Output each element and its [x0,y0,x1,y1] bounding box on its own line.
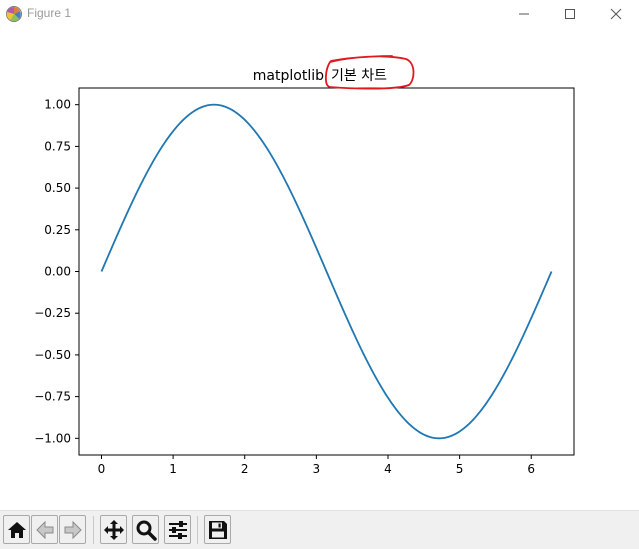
forward-button[interactable] [59,515,86,544]
window-titlebar: Figure 1 [0,0,639,28]
maximize-button[interactable] [547,0,593,28]
magnifier-icon [136,520,157,541]
toolbar-separator [93,516,94,544]
y-tick-label: −1.00 [34,431,71,445]
maximize-icon [565,9,575,19]
toolbar-separator [197,516,198,544]
zoom-button[interactable] [132,515,159,544]
line-chart: 0 1 2 3 4 5 6 1.00 0.75 0.50 0.25 0.00 −0.25 −0.50 −0.… [34,55,575,476]
home-icon [7,521,26,538]
x-tick-label: 1 [169,462,177,476]
x-tick-label: 6 [527,462,535,476]
sliders-icon [168,520,187,539]
minimize-icon [519,13,529,15]
x-tick-label: 5 [456,462,464,476]
y-tick-label: 1.00 [44,98,71,112]
y-tick-label: 0.00 [44,265,71,279]
pan-button[interactable] [100,515,127,544]
close-icon [610,8,622,20]
y-tick-label: 0.75 [44,139,71,153]
series-line [100,103,553,440]
window-title: Figure 1 [27,6,72,20]
y-tick-label: −0.75 [34,390,71,404]
chart-title-highlight: 기본 차트 [331,68,387,84]
y-tick-label: −0.50 [34,348,71,362]
navigation-toolbar [0,510,639,549]
series-layer [100,103,553,440]
figure-canvas[interactable]: 0 1 2 3 4 5 6 1.00 0.75 0.50 0.25 0.00 −0.25 −0.50 −0.… [0,28,639,510]
configure-subplots-button[interactable] [164,515,191,544]
home-button[interactable] [3,515,30,544]
save-button[interactable] [204,515,231,544]
x-tick-label: 3 [313,462,321,476]
x-tick-label: 4 [384,462,392,476]
back-button[interactable] [31,515,58,544]
x-tick-label: 2 [241,462,249,476]
chart-title-prefix: matplotlib [253,68,324,84]
back-arrow-icon [35,520,53,539]
matplotlib-app-icon [6,6,22,22]
minimize-button[interactable] [501,0,547,28]
tick-layer: 0 1 2 3 4 5 6 1.00 0.75 0.50 0.25 0.00 −0.25 −0.50 −0.… [34,98,535,476]
y-tick-label: 0.50 [44,181,71,195]
y-tick-label: 0.25 [44,223,71,237]
move-icon [103,519,124,540]
y-tick-label: −0.25 [34,306,71,320]
forward-arrow-icon [64,520,82,539]
close-button[interactable] [593,0,639,28]
floppy-disk-icon [208,520,227,539]
x-tick-label: 0 [98,462,106,476]
